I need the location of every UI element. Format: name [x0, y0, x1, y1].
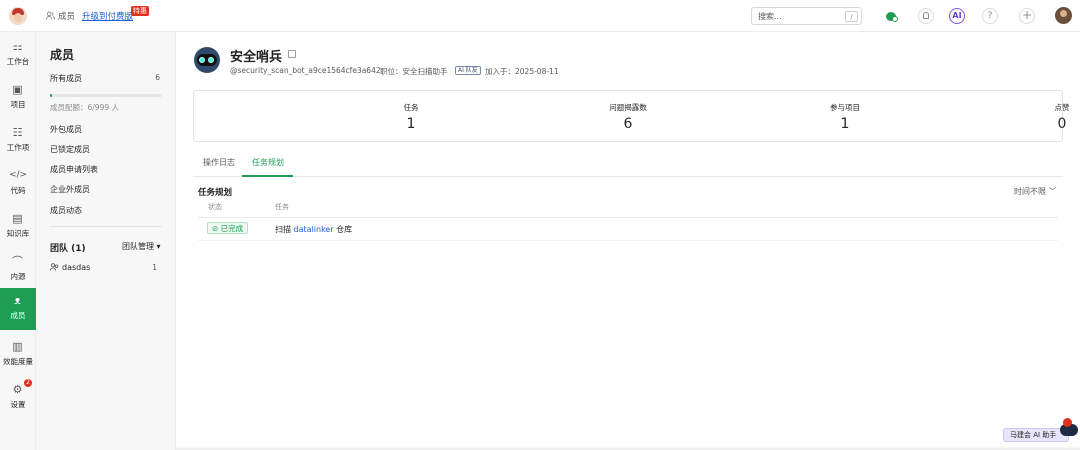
search-placeholder: 搜索...: [758, 12, 782, 21]
sidebar-item-locked[interactable]: 已锁定成员: [50, 144, 90, 155]
nav-wiki[interactable]: ▤ 知识库: [0, 206, 36, 248]
sidebar-item-outsourced[interactable]: 外包成员: [50, 124, 82, 135]
user-avatar[interactable]: [1055, 7, 1072, 24]
bell-icon[interactable]: [918, 8, 934, 24]
edit-icon[interactable]: [288, 50, 296, 58]
workitem-icon: ☷: [12, 126, 23, 139]
team-manage-button[interactable]: 团队管理 ▾: [122, 241, 161, 252]
search-input[interactable]: 搜索... /: [751, 7, 862, 25]
gear-icon: ⚙: [12, 383, 23, 396]
member-position: 职位：安全扫描助手: [380, 67, 448, 76]
nav-members[interactable]: ᴥ 成员: [0, 288, 36, 330]
team-item[interactable]: dasdas: [50, 263, 90, 272]
nav-label: 设置: [10, 400, 26, 409]
metrics-icon: ▥: [12, 340, 23, 353]
nav-label: 工作项: [6, 143, 30, 152]
column-header-task: 任务: [275, 203, 289, 211]
members-icon: ᴥ: [14, 294, 21, 307]
table-header-divider: [198, 217, 1058, 218]
nav-metrics[interactable]: ▥ 效能度量: [0, 334, 36, 376]
nav-label: 效能度量: [3, 357, 33, 366]
workbench-icon: ⚏: [12, 40, 23, 53]
team-header: 团队 (1): [50, 244, 86, 254]
sidebar-item-all-members[interactable]: 所有成员: [50, 73, 82, 84]
sidebar-item-applications[interactable]: 成员申请列表: [50, 164, 98, 175]
members-sidebar: 成员 所有成员 6 成员配额：6/999 人 外包成员 已锁定成员 成员申请列表…: [36, 32, 176, 450]
nav-label: 成员: [10, 311, 26, 320]
ai-assistant-mascot-icon[interactable]: [1058, 418, 1080, 440]
project-icon: ▣: [12, 83, 23, 96]
team-icon: [50, 263, 59, 271]
ai-teammate-tag: AI 队友: [455, 66, 481, 75]
nav-code[interactable]: </> 代码: [0, 163, 36, 205]
repo-link[interactable]: datalinker: [294, 225, 334, 234]
app-logo[interactable]: [9, 7, 27, 25]
nav-label: 代码: [10, 186, 26, 195]
add-icon[interactable]: +: [1019, 8, 1035, 24]
stat-value: 0: [1057, 116, 1067, 132]
quota-text: 成员配额：6/999 人: [50, 103, 119, 112]
member-handle: @security_scan_bot_a9ce1564cfe3a642: [230, 66, 381, 75]
section-title: 任务规划: [198, 188, 233, 198]
innersource-icon: ⌒: [12, 255, 23, 268]
status-badge: ⊘ 已完成: [207, 222, 249, 234]
quota-progress-fill: [50, 94, 52, 97]
top-bar: 成员 升级到付费版 特惠 搜索... / AI ? +: [0, 0, 1080, 32]
stat-projects: 参与项目 1: [628, 91, 860, 143]
stat-tasks: 任务 1: [194, 91, 419, 143]
team-count: 1: [152, 263, 157, 272]
nav-innersource[interactable]: ⌒ 内源: [0, 249, 36, 291]
nav-label: 知识库: [6, 229, 30, 238]
member-joined: 加入于：2025-08-11: [485, 67, 559, 76]
wiki-icon: ▤: [12, 212, 23, 225]
sidebar-item-activity[interactable]: 成员动态: [50, 205, 82, 216]
settings-notification-badge: 2: [24, 379, 32, 387]
tab-operation-log[interactable]: 操作日志: [203, 157, 235, 168]
time-filter-dropdown[interactable]: 时间不限 ﹀: [1014, 186, 1057, 197]
all-members-count: 6: [155, 73, 160, 82]
active-tab-indicator: [242, 175, 293, 177]
nav-workbench[interactable]: ⚏ 工作台: [0, 34, 36, 76]
ai-icon[interactable]: AI: [949, 8, 965, 24]
breadcrumb: 成员: [58, 12, 76, 22]
sidebar-divider: [50, 226, 162, 227]
bot-avatar: [194, 47, 220, 73]
tab-task-planning[interactable]: 任务规划: [252, 157, 284, 168]
upgrade-link[interactable]: 升级到付费版: [82, 10, 133, 22]
search-shortcut: /: [845, 11, 858, 22]
table-row-divider: [198, 240, 1058, 241]
code-icon: </>: [8, 170, 28, 180]
chat-icon[interactable]: [883, 8, 899, 24]
stat-label: 点赞: [1054, 103, 1070, 112]
team-name: dasdas: [62, 263, 91, 272]
tab-divider: [193, 176, 1063, 177]
nav-label: 工作台: [6, 57, 30, 66]
bot-eye: [208, 57, 214, 63]
nav-projects[interactable]: ▣ 项目: [0, 77, 36, 119]
task-text-suffix: 仓库: [333, 225, 353, 234]
nav-label: 内源: [10, 272, 26, 281]
nav-label: 项目: [10, 100, 26, 109]
table-row-task: 扫描 datalinker 仓库: [275, 224, 352, 235]
main-nav-rail: ⚏ 工作台 ▣ 项目 ☷ 工作项 </> 代码 ▤ 知识库 ⌒ 内源 ᴥ 成员 …: [0, 32, 36, 450]
stats-panel: 任务 1 问题揭露数 6 参与项目 1 点赞 0: [193, 90, 1070, 143]
members-crumb-icon: [46, 11, 55, 20]
bottom-edge: [176, 446, 1080, 450]
help-icon[interactable]: ?: [982, 8, 998, 24]
promo-badge: 特惠: [131, 6, 149, 16]
quota-progress: [50, 94, 162, 97]
stat-issues: 问题揭露数 6: [411, 91, 647, 143]
member-name: 安全哨兵: [230, 50, 283, 65]
task-text: 扫描: [275, 225, 294, 234]
sidebar-item-external[interactable]: 企业外成员: [50, 184, 90, 195]
sidebar-title: 成员: [50, 48, 75, 62]
column-header-status: 状态: [208, 203, 222, 211]
nav-workitems[interactable]: ☷ 工作项: [0, 120, 36, 162]
bot-eye: [199, 57, 205, 63]
stat-likes: 点赞 0: [845, 91, 1070, 143]
nav-settings[interactable]: ⚙ 2 设置: [0, 377, 36, 419]
